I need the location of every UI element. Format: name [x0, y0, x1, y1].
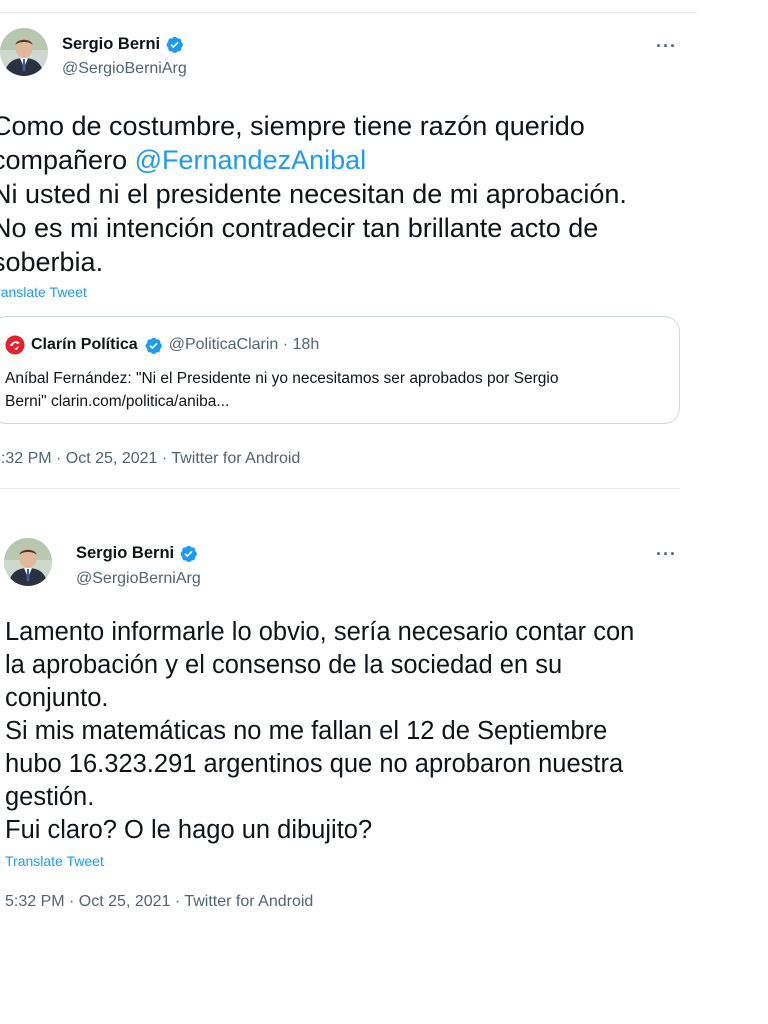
quoted-tweet-text: Aníbal Fernández: "Ni el Presidente ni y… — [5, 370, 559, 410]
more-options-icon[interactable]: ··· — [656, 545, 677, 563]
avatar[interactable] — [0, 28, 48, 76]
mention-link[interactable]: @FernandezAnibal — [135, 145, 367, 175]
more-options-icon[interactable]: ··· — [656, 37, 677, 55]
quoted-tweet-header: Clarín Política @PoliticaClarin · 18h — [5, 335, 319, 355]
avatar-image — [4, 538, 52, 586]
clarin-logo-icon — [5, 335, 25, 355]
verified-badge-icon — [145, 337, 162, 354]
tweet-text: Lamento informarle lo obvio, sería neces… — [5, 618, 635, 844]
verified-badge-icon — [180, 545, 197, 562]
author-name-row[interactable]: Sergio Berni — [62, 35, 184, 54]
translate-tweet-link[interactable]: Translate Tweet — [5, 853, 104, 869]
author-handle[interactable]: @SergioBerniArg — [62, 60, 187, 78]
author-name[interactable]: Sergio Berni — [76, 544, 174, 563]
tweet-timestamp[interactable]: 5:32 PM · Oct 25, 2021 · Twitter for And… — [0, 450, 300, 468]
quoted-tweet[interactable]: Clarín Política @PoliticaClarin · 18h An… — [0, 316, 680, 424]
verified-badge-icon — [166, 36, 183, 53]
quoted-author-name[interactable]: Clarín Política — [31, 336, 138, 354]
quoted-handle-time[interactable]: @PoliticaClarin · 18h — [169, 336, 320, 354]
author-name-row[interactable]: Sergio Berni — [76, 544, 198, 563]
translate-tweet-link[interactable]: Translate Tweet — [0, 284, 87, 300]
avatar-image — [0, 28, 48, 76]
author-name[interactable]: Sergio Berni — [62, 35, 160, 54]
avatar[interactable] — [4, 538, 52, 586]
tweet-divider — [0, 488, 680, 489]
tweet-timestamp[interactable]: 5:32 PM · Oct 25, 2021 · Twitter for And… — [5, 893, 313, 911]
tweet-text-part: Ni usted ni el presidente necesitan de m… — [0, 179, 627, 277]
author-handle[interactable]: @SergioBerniArg — [76, 570, 201, 588]
tweet-text: Como de costumbre, siempre tiene razón q… — [0, 109, 712, 279]
top-divider — [0, 12, 697, 13]
